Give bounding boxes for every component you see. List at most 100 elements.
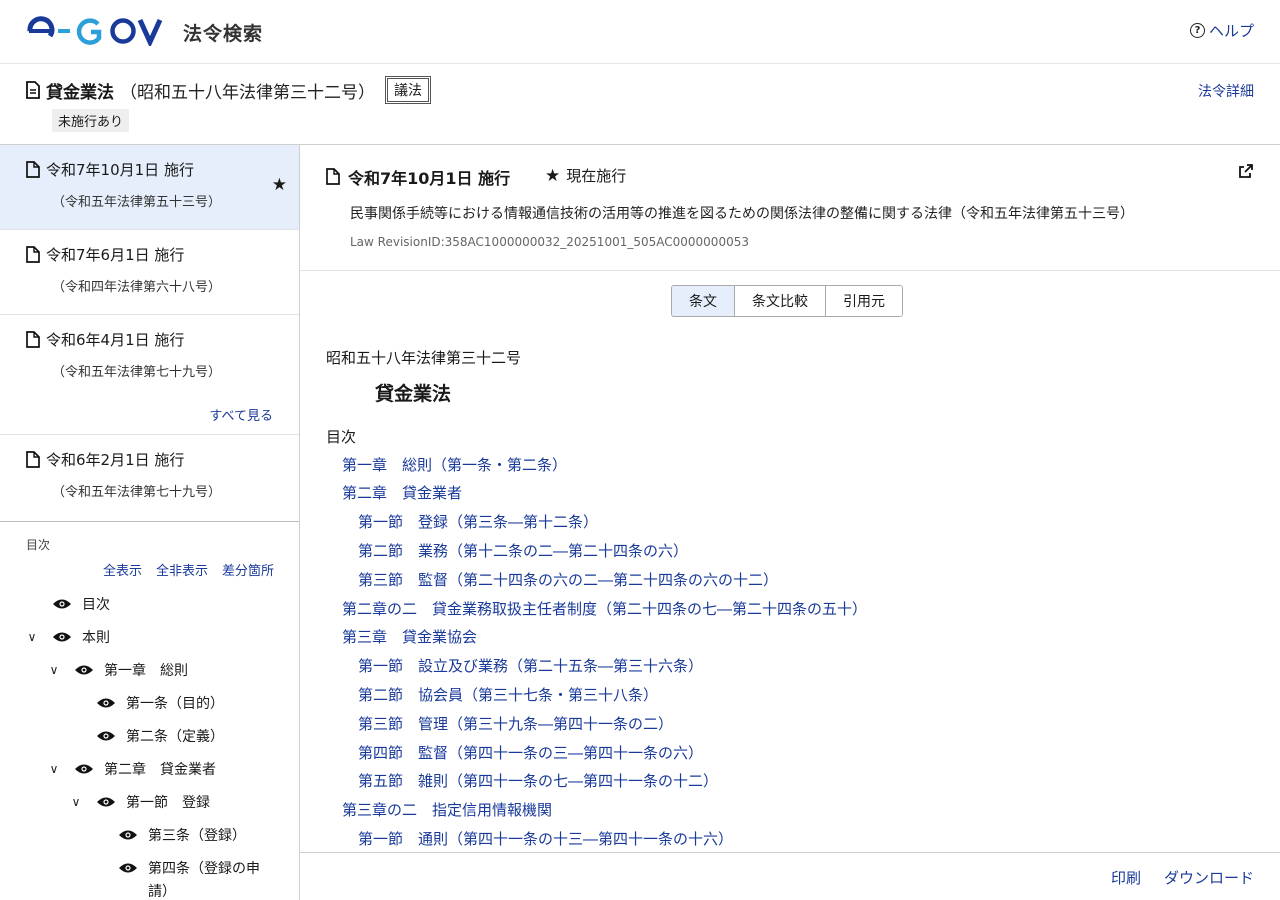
revision-item-3[interactable]: 令和6年2月1日 施行 （令和五年法律第七十九号） [0,435,299,521]
revision-header: 令和7年10月1日 施行 ★ 現在施行 民事関係手続等における情報通信技術の活用… [300,145,1280,271]
tab-cited-by[interactable]: 引用元 [826,286,902,316]
tree-item-article-1[interactable]: 第一条（目的） [96,693,224,713]
tree-item-label: 第一章 総則 [104,663,188,679]
revision-item-1[interactable]: 令和7年6月1日 施行 （令和四年法律第六十八号） [0,230,299,315]
tree-item-label: 目次 [82,597,110,613]
current-revision-date: 令和7年10月1日 施行 [348,169,511,188]
chevron-down-icon[interactable]: ∨ [46,663,62,677]
toc-link[interactable]: 第二章の二 貸金業務取扱主任者制度（第二十四条の七―第二十四条の五十） [342,598,867,619]
document-icon [26,245,40,264]
revision-date: 令和6年4月1日 施行 [46,331,185,349]
download-button[interactable]: ダウンロード [1164,867,1254,888]
toc-link[interactable]: 第四節 監督（第四十一条の三―第四十一条の六） [358,742,703,763]
eye-icon[interactable] [96,697,116,709]
eye-icon[interactable] [96,796,116,808]
eye-icon[interactable] [74,763,94,775]
eye-icon[interactable] [52,598,72,610]
show-all-button[interactable]: 全表示 [103,560,142,579]
external-link-icon[interactable] [1238,163,1254,179]
revision-date: 令和7年10月1日 施行 [46,161,194,179]
tree-item-article-3[interactable]: 第三条（登録） [118,825,246,845]
tree-item-label: 第四条（登録の申 [148,861,260,877]
toc-link[interactable]: 第三節 管理（第三十九条―第四十一条の二） [358,713,673,734]
star-icon: ★ [271,175,287,195]
revision-date: 令和7年6月1日 施行 [46,246,185,264]
tree-item-label: 第三条（登録） [148,828,246,844]
left-sidebar: 令和7年10月1日 施行 （令和五年法律第五十三号） ★ 令和7年6月1日 施行… [0,145,300,900]
toc-link[interactable]: 第二章 貸金業者 [342,482,462,503]
tab-jobun[interactable]: 条文 [672,286,735,316]
tree-item-honsoku[interactable]: ∨ 本則 [24,627,110,647]
eye-icon[interactable] [118,862,138,874]
hide-all-button[interactable]: 全非表示 [156,560,208,579]
current-status-label: 現在施行 [566,167,627,185]
giho-badge: 議法 [385,76,431,104]
toc-link[interactable]: 第三章 貸金業協会 [342,626,477,647]
document-icon [26,160,40,179]
tree-item-label: 第一条（目的） [126,696,224,712]
current-status: ★ 現在施行 [545,165,626,186]
body-law-number: 昭和五十八年法律第三十二号 [326,349,522,367]
chevron-down-icon[interactable]: ∨ [68,795,84,809]
tree-item-toc[interactable]: 目次 [52,594,110,614]
egov-logo-graphic [27,16,163,46]
revision-law-number: （令和五年法律第七十九号） [52,485,222,500]
top-header: 法令検索 ? ヘルプ [0,0,1280,64]
chevron-down-icon[interactable]: ∨ [46,762,62,776]
toc-controls: 全表示 全非表示 差分箇所 [103,560,274,579]
eye-icon[interactable] [74,664,94,676]
question-circle-icon: ? [1189,23,1205,38]
document-icon [26,330,40,349]
revision-law-number: （令和四年法律第六十八号） [52,280,222,295]
toc-link[interactable]: 第三章の二 指定信用情報機関 [342,799,552,820]
document-icon [26,450,40,469]
star-icon: ★ [545,165,561,186]
revision-date: 令和6年2月1日 施行 [46,451,185,469]
body-toc-heading: 目次 [326,428,357,446]
toc-link[interactable]: 第二節 協会員（第三十七条・第三十八条） [358,684,658,705]
tree-item-label: 第二条（定義） [126,729,224,745]
document-icon [326,168,340,186]
toc-link[interactable]: 第一章 総則（第一条・第二条） [342,454,567,475]
current-revision-date-row: 令和7年10月1日 施行 [326,165,510,189]
law-number: （昭和五十八年法律第三十二号） [120,82,375,103]
tree-item-label: 第一節 登録 [126,795,210,811]
tree-item-chapter-2[interactable]: ∨ 第二章 貸金業者 [46,759,216,779]
tree-item-chapter-1[interactable]: ∨ 第一章 総則 [46,660,188,680]
print-button[interactable]: 印刷 [1111,867,1141,888]
footer-bar: 印刷 ダウンロード [300,852,1280,900]
toc-link[interactable]: 第一節 通則（第四十一条の十三―第四十一条の十六） [358,828,733,849]
view-tabs: 条文 条文比較 引用元 [671,285,903,317]
document-icon [26,81,40,99]
eye-icon[interactable] [96,730,116,742]
egov-logo[interactable] [26,16,171,46]
help-link[interactable]: ? ヘルプ [1189,20,1254,41]
toc-panel-label: 目次 [26,538,51,552]
app-title: 法令検索 [183,23,264,45]
law-title-bar: 貸金業法 （昭和五十八年法律第三十二号） 議法 未施行あり 法令詳細 [0,64,1280,145]
eye-icon[interactable] [118,829,138,841]
toc-panel: 目次 全表示 全非表示 差分箇所 目次 ∨ 本則 ∨ 第一章 総則 第一条（目的… [0,521,299,900]
chevron-down-icon[interactable]: ∨ [24,630,40,644]
tree-item-article-4[interactable]: 第四条（登録の申 請） [118,858,260,900]
revision-item-0[interactable]: 令和7年10月1日 施行 （令和五年法律第五十三号） ★ [0,145,299,230]
law-detail-link[interactable]: 法令詳細 [1198,81,1254,101]
tree-item-article-2[interactable]: 第二条（定義） [96,726,224,746]
toc-link[interactable]: 第二節 業務（第十二条の二―第二十四条の六） [358,540,688,561]
body-law-name: 貸金業法 [375,383,452,405]
tree-item-section-1[interactable]: ∨ 第一節 登録 [68,792,210,812]
toc-link[interactable]: 第一節 登録（第三条―第十二条） [358,511,598,532]
tab-compare[interactable]: 条文比較 [735,286,826,316]
help-label: ヘルプ [1208,22,1254,40]
law-title: 貸金業法 [46,82,114,103]
eye-icon[interactable] [52,631,72,643]
toc-link[interactable]: 第一節 設立及び業務（第二十五条―第三十六条） [358,655,703,676]
toc-link[interactable]: 第五節 雑則（第四十一条の七―第四十一条の十二） [358,770,718,791]
law-title-row: 貸金業法 （昭和五十八年法律第三十二号） 議法 [26,76,431,104]
diff-button[interactable]: 差分箇所 [222,560,274,579]
toc-link[interactable]: 第三節 監督（第二十四条の六の二―第二十四条の六の十二） [358,569,778,590]
tree-item-label-cont: 請） [148,884,176,900]
revision-law-number: （令和五年法律第五十三号） [52,195,222,210]
see-all-link[interactable]: すべて見る [209,405,273,424]
revision-item-2[interactable]: 令和6年4月1日 施行 （令和五年法律第七十九号） すべて見る [0,315,299,435]
